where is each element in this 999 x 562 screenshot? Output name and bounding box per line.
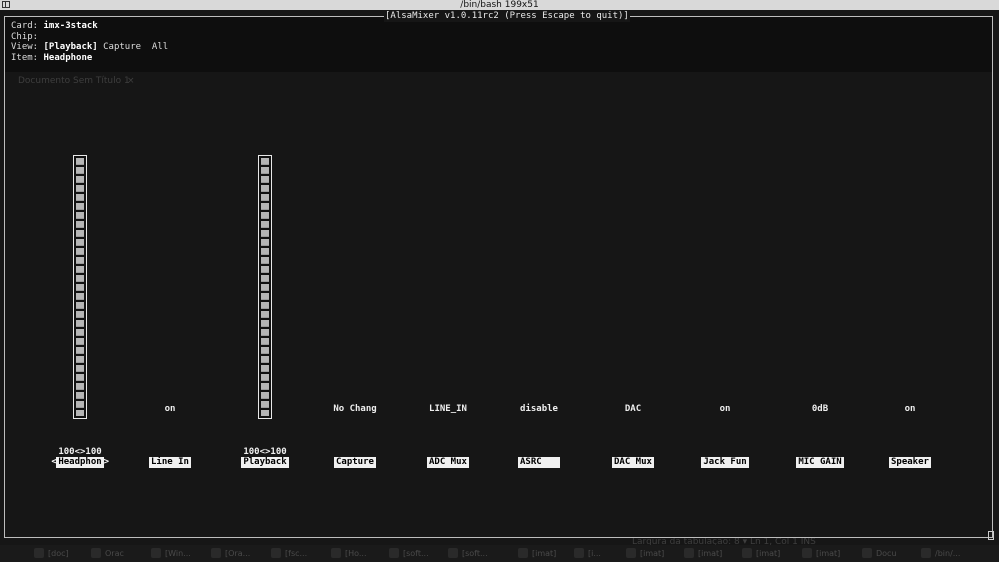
taskbar-item[interactable]: /bin/... [935,549,960,558]
window-title: /bin/bash 199x51 [460,0,539,10]
control-value: on [719,404,731,414]
item-line: Item: Headphone [11,53,92,64]
taskbar-item[interactable]: [doc] [48,549,69,558]
control-label-playback[interactable]: Playback [241,457,289,468]
selection-right-marker: > [103,457,110,467]
taskbar-item[interactable]: [imat] [532,549,556,558]
taskbar-app-icon [862,548,872,558]
taskbar-app-icon [331,548,341,558]
window-titlebar[interactable]: /bin/bash 199x51 [0,0,999,10]
volume-level-fill [261,158,269,416]
taskbar [0,545,999,562]
taskbar-app-icon [802,548,812,558]
scroll-indicator [988,531,994,540]
control-label-jack-fun[interactable]: Jack Fun [701,457,749,468]
taskbar-app-icon [921,548,931,558]
view-all[interactable]: All [152,42,168,52]
taskbar-item[interactable]: [imat] [698,549,722,558]
volume-readout: 100<>100 [58,447,102,457]
control-label-line-in[interactable]: Line In [149,457,191,468]
volume-slider-headphon[interactable] [73,155,87,419]
taskbar-item[interactable]: [imat] [816,549,840,558]
chip-label: Chip: [11,32,39,42]
taskbar-app-icon [211,548,221,558]
view-playback[interactable]: [Playback] [44,42,98,52]
taskbar-app-icon [271,548,281,558]
control-value: LINE_IN [429,404,467,414]
control-value: DAC [624,404,642,414]
taskbar-item[interactable]: [imat] [756,549,780,558]
control-label-adc-mux[interactable]: ADC Mux [427,457,469,468]
taskbar-app-icon [448,548,458,558]
control-label-dac-mux[interactable]: DAC Mux [612,457,654,468]
taskbar-item[interactable]: [Ho... [345,549,367,558]
alsamixer-title: [AlsaMixer v1.0.11rc2 (Press Escape to q… [384,10,630,22]
taskbar-app-icon [151,548,161,558]
taskbar-item[interactable]: Docu [876,549,897,558]
card-line: Card: imx-3stack [11,21,98,32]
control-value: on [904,404,916,414]
taskbar-app-icon [626,548,636,558]
taskbar-item[interactable]: [i... [588,549,601,558]
taskbar-app-icon [684,548,694,558]
item-value: Headphone [43,53,93,63]
card-label: Card: [11,21,39,31]
card-value: imx-3stack [43,21,98,31]
taskbar-item[interactable]: [Win... [165,549,191,558]
taskbar-item[interactable]: [soft... [462,549,488,558]
taskbar-item[interactable]: [imat] [640,549,664,558]
terminal-window: /bin/bash 199x51 Sem Título 1 - gedit Pe… [0,0,999,562]
control-label-capture[interactable]: Capture [334,457,376,468]
control-label-asrc[interactable]: ASRC [518,457,560,468]
taskbar-app-icon [389,548,399,558]
control-value: 0dB [811,404,829,414]
taskbar-item[interactable]: [Ora... [225,549,250,558]
selection-left-marker: < [51,457,57,467]
volume-slider-playback[interactable] [258,155,272,419]
taskbar-app-icon [742,548,752,558]
view-line: View: [Playback] Capture All [11,42,168,53]
control-value: disable [520,404,558,414]
taskbar-item[interactable]: [soft... [403,549,429,558]
taskbar-item[interactable]: Orac [105,549,124,558]
volume-level-fill [76,158,84,416]
control-value: No Chang [333,404,377,414]
control-label-headphon[interactable]: Headphon [56,457,104,468]
control-value: on [164,404,176,414]
taskbar-app-icon [518,548,528,558]
view-label: View: [11,42,39,52]
control-label-speaker[interactable]: Speaker [889,457,931,468]
control-label-mic-gain[interactable]: MIC GAIN [796,457,844,468]
taskbar-app-icon [574,548,584,558]
taskbar-app-icon [34,548,44,558]
window-menu-icon[interactable] [2,1,10,8]
volume-readout: 100<>100 [243,447,287,457]
item-label: Item: [11,53,39,63]
taskbar-app-icon [91,548,101,558]
view-capture[interactable]: Capture [103,42,141,52]
taskbar-item[interactable]: [fsc... [285,549,307,558]
